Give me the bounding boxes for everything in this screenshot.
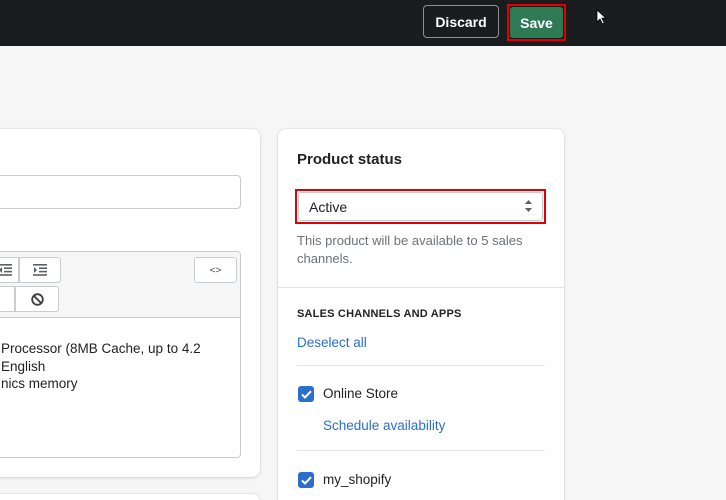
description-line: English bbox=[1, 358, 46, 374]
description-line: Processor (8MB Cache, up to 4.2 bbox=[1, 341, 201, 356]
top-bar bbox=[0, 0, 726, 46]
indent-button[interactable] bbox=[19, 257, 61, 283]
code-view-icon: <> bbox=[209, 264, 222, 276]
product-title-input[interactable] bbox=[0, 175, 241, 209]
checkmark-icon bbox=[300, 476, 312, 485]
outdent-icon bbox=[0, 264, 12, 276]
section-divider bbox=[278, 287, 564, 288]
discard-button[interactable]: Discard bbox=[423, 5, 499, 38]
format-button[interactable] bbox=[0, 286, 15, 312]
schedule-availability-link[interactable]: Schedule availability bbox=[323, 418, 445, 433]
mouse-cursor-icon bbox=[596, 9, 608, 25]
next-card bbox=[0, 494, 260, 500]
channel-divider bbox=[297, 450, 545, 451]
status-help-text: This product will be available to 5 sale… bbox=[297, 233, 523, 266]
clear-format-button[interactable] bbox=[15, 286, 59, 312]
outdent-button[interactable] bbox=[0, 257, 19, 283]
product-status-select[interactable]: Active bbox=[298, 192, 543, 221]
save-button[interactable]: Save bbox=[510, 7, 563, 38]
editor-toolbar: <> bbox=[0, 252, 240, 318]
code-view-button[interactable]: <> bbox=[194, 257, 237, 283]
checkmark-icon bbox=[300, 390, 312, 399]
my-shopify-label[interactable]: my_shopify bbox=[323, 472, 391, 487]
sales-channels-heading: SALES CHANNELS AND APPS bbox=[297, 308, 462, 320]
my-shopify-checkbox[interactable] bbox=[298, 472, 314, 488]
online-store-checkbox[interactable] bbox=[298, 386, 314, 402]
product-status-title: Product status bbox=[297, 151, 403, 168]
select-arrows-icon bbox=[525, 200, 532, 212]
description-text[interactable]: Processor (8MB Cache, up to 4.2 English … bbox=[1, 340, 201, 393]
clear-format-icon bbox=[30, 292, 44, 306]
online-store-label[interactable]: Online Store bbox=[323, 386, 398, 401]
channel-divider bbox=[297, 365, 545, 366]
status-select-value: Active bbox=[309, 198, 348, 215]
indent-icon bbox=[33, 264, 47, 276]
deselect-all-link[interactable]: Deselect all bbox=[297, 335, 367, 350]
description-editor[interactable]: <> Processor (8MB Cache, up to 4.2 Engli… bbox=[0, 251, 241, 458]
description-line: nics memory bbox=[1, 376, 78, 391]
